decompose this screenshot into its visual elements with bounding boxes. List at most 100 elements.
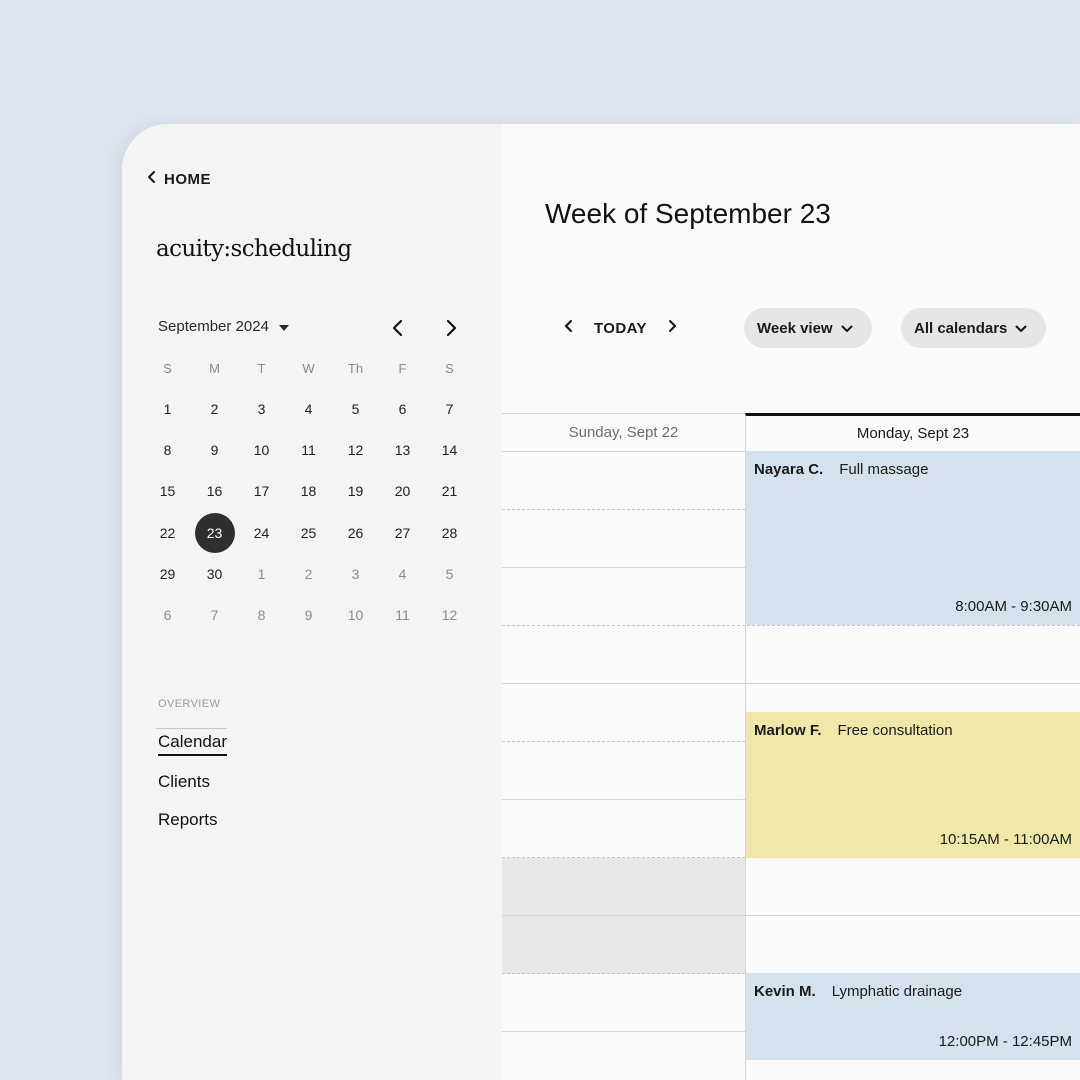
- month-select[interactable]: September 2024: [158, 318, 289, 335]
- half-hour-line: [502, 625, 1080, 626]
- calendar-day[interactable]: 9: [191, 429, 238, 470]
- calendar-day-next-month[interactable]: 2: [285, 553, 332, 594]
- weekday-label: W: [302, 360, 315, 376]
- event-service: Lymphatic drainage: [831, 983, 963, 1000]
- caret-down-icon: [278, 318, 289, 335]
- calendar-day[interactable]: 1: [144, 388, 191, 429]
- event-time: 12:00PM - 12:45PM: [938, 1033, 1072, 1050]
- calendar-day[interactable]: 25: [285, 512, 332, 553]
- event-time: 8:00AM - 9:30AM: [955, 598, 1072, 615]
- calendar-day-next-month[interactable]: 6: [144, 594, 191, 635]
- month-label: September 2024: [158, 318, 269, 335]
- calendar-day[interactable]: 30: [191, 553, 238, 594]
- calendar-day[interactable]: 5: [332, 388, 379, 429]
- nav-item-calendar[interactable]: Calendar: [156, 728, 227, 756]
- calendar-day[interactable]: 7: [426, 388, 473, 429]
- next-week-button[interactable]: [661, 317, 683, 339]
- calendar-day-next-month[interactable]: 3: [332, 553, 379, 594]
- calendar-day[interactable]: 10: [238, 429, 285, 470]
- weekday-label: Th: [347, 360, 364, 376]
- mini-calendar-header: September 2024: [158, 318, 464, 342]
- mini-calendar-grid: S M T W Th F S 1 2 3 4 5 6 7 8 9 10 11 1…: [144, 356, 473, 636]
- calendar-day[interactable]: 28: [426, 512, 473, 553]
- calendar-day[interactable]: 8: [144, 429, 191, 470]
- logo: acuity:scheduling: [156, 236, 352, 262]
- calendar-day[interactable]: 17: [238, 471, 285, 512]
- calendar-day-next-month[interactable]: 7: [191, 594, 238, 635]
- chevron-right-icon: [667, 319, 677, 338]
- calendars-select[interactable]: All calendars: [901, 308, 1046, 348]
- sidebar: HOME acuity:scheduling September 2024 S …: [122, 124, 502, 1080]
- hour-line: [502, 915, 1080, 916]
- calendar-day-next-month[interactable]: 8: [238, 594, 285, 635]
- prev-month-button[interactable]: [386, 318, 410, 342]
- calendar-day[interactable]: 20: [379, 471, 426, 512]
- calendar-day[interactable]: 22: [144, 512, 191, 553]
- day-column-header-sunday[interactable]: Sunday, Sept 22: [502, 413, 745, 451]
- calendars-select-label: All calendars: [914, 319, 1008, 337]
- hour-line: [502, 683, 1080, 684]
- chevron-left-icon: [391, 319, 405, 342]
- weekday-label: M: [209, 360, 220, 376]
- calendar-day[interactable]: 27: [379, 512, 426, 553]
- home-link[interactable]: HOME: [146, 170, 211, 188]
- weekday-label: S: [163, 360, 172, 376]
- appointment-event[interactable]: Kevin M. Lymphatic drainage 12:00PM - 12…: [746, 973, 1080, 1060]
- calendar-day-next-month[interactable]: 10: [332, 594, 379, 635]
- calendar-day-next-month[interactable]: 5: [426, 553, 473, 594]
- nav-item-clients[interactable]: Clients: [158, 772, 210, 792]
- calendar-day[interactable]: 15: [144, 471, 191, 512]
- day-column-header-monday[interactable]: Monday, Sept 23: [745, 413, 1080, 451]
- nav-item-reports[interactable]: Reports: [158, 810, 218, 830]
- calendar-day[interactable]: 14: [426, 429, 473, 470]
- main-panel: Week of September 23 TODAY Week view All…: [502, 124, 1080, 1080]
- event-client: Kevin M.: [754, 983, 816, 1000]
- event-service: Free consultation: [837, 722, 953, 739]
- appointment-event[interactable]: Marlow F. Free consultation 10:15AM - 11…: [746, 712, 1080, 858]
- calendar-day[interactable]: 24: [238, 512, 285, 553]
- calendar-day[interactable]: 4: [285, 388, 332, 429]
- calendar-day[interactable]: 21: [426, 471, 473, 512]
- calendar-day[interactable]: 29: [144, 553, 191, 594]
- calendar-day[interactable]: 6: [379, 388, 426, 429]
- chevron-right-icon: [444, 319, 458, 342]
- calendar-day[interactable]: 13: [379, 429, 426, 470]
- calendar-day-next-month[interactable]: 12: [426, 594, 473, 635]
- home-label: HOME: [164, 170, 211, 188]
- chevron-down-icon: [841, 320, 853, 337]
- calendar-day-next-month[interactable]: 4: [379, 553, 426, 594]
- weekday-label: F: [398, 360, 407, 376]
- calendar-day[interactable]: 2: [191, 388, 238, 429]
- event-client: Nayara C.: [754, 461, 824, 478]
- calendar-day[interactable]: 19: [332, 471, 379, 512]
- weekday-label: S: [445, 360, 454, 376]
- next-month-button[interactable]: [439, 318, 463, 342]
- calendar-day-next-month[interactable]: 9: [285, 594, 332, 635]
- date-navigation: TODAY: [558, 318, 683, 338]
- week-grid: Sunday, Sept 22 Monday, Sept 23 Nayara C…: [502, 413, 1080, 1080]
- calendar-day[interactable]: 16: [191, 471, 238, 512]
- view-select-label: Week view: [757, 319, 833, 337]
- calendar-day[interactable]: 26: [332, 512, 379, 553]
- chevron-down-icon: [1015, 320, 1027, 337]
- today-button[interactable]: TODAY: [594, 320, 647, 337]
- event-service: Full massage: [839, 461, 929, 478]
- prev-week-button[interactable]: [558, 317, 580, 339]
- calendar-day-selected[interactable]: 23: [191, 512, 238, 553]
- nav-section-label: OVERVIEW: [158, 698, 221, 710]
- event-time: 10:15AM - 11:00AM: [939, 831, 1072, 848]
- event-client: Marlow F.: [754, 722, 822, 739]
- app-window: HOME acuity:scheduling September 2024 S …: [122, 124, 1080, 1080]
- chevron-left-icon: [146, 170, 158, 188]
- calendar-day-next-month[interactable]: 1: [238, 553, 285, 594]
- calendar-day[interactable]: 12: [332, 429, 379, 470]
- chevron-left-icon: [564, 319, 574, 338]
- calendar-day[interactable]: 3: [238, 388, 285, 429]
- calendar-day-next-month[interactable]: 11: [379, 594, 426, 635]
- view-select[interactable]: Week view: [744, 308, 872, 348]
- weekday-label: T: [257, 360, 266, 376]
- calendar-day[interactable]: 11: [285, 429, 332, 470]
- blocked-time-slot: [502, 858, 745, 974]
- appointment-event[interactable]: Nayara C. Full massage 8:00AM - 9:30AM: [746, 451, 1080, 625]
- calendar-day[interactable]: 18: [285, 471, 332, 512]
